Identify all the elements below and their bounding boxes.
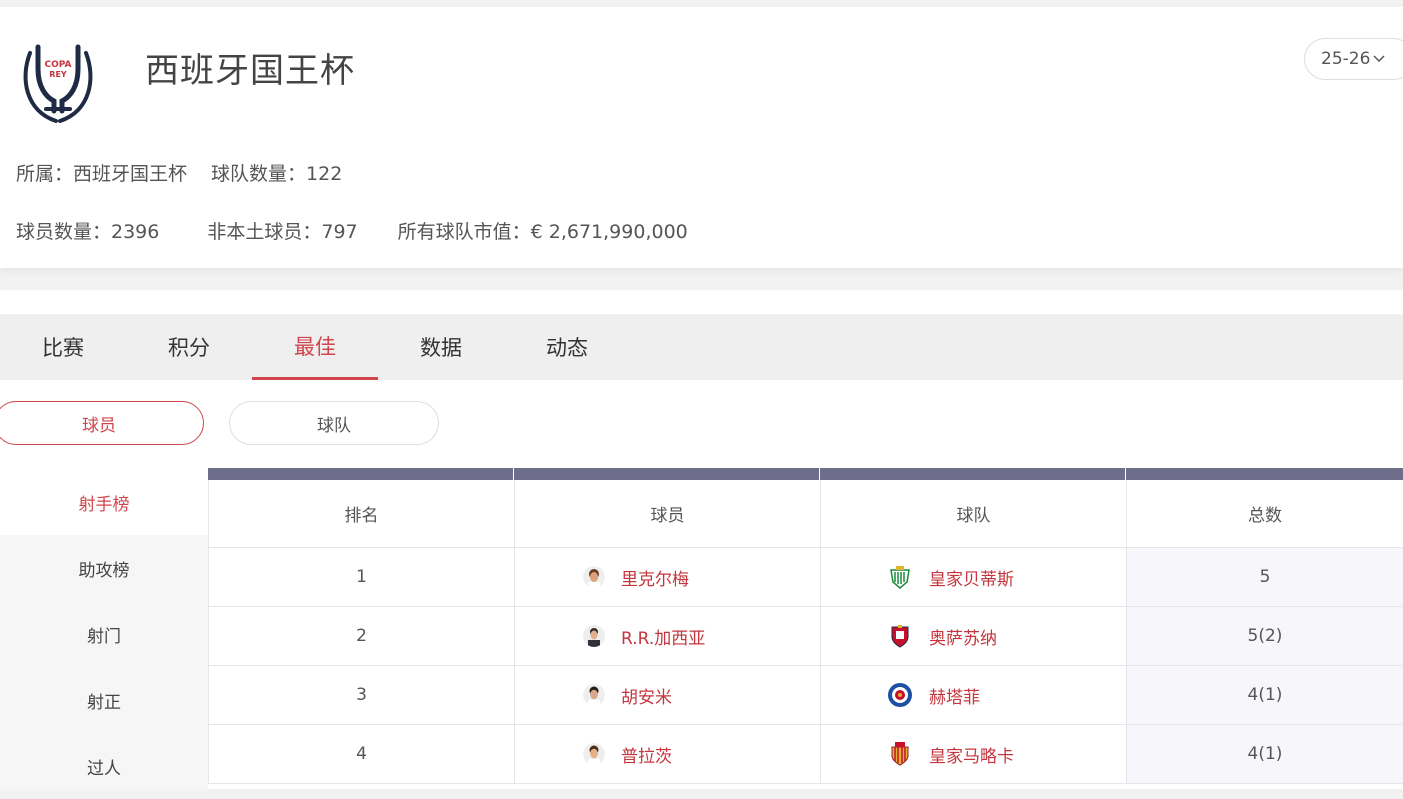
osasuna-crest-icon	[891, 625, 909, 648]
stats-side-menu: 射手榜 助攻榜 射门 射正 过人	[0, 469, 208, 789]
total-cell: 4(1)	[1126, 666, 1403, 724]
table-header-bar	[208, 468, 1403, 480]
real-betis-crest-icon	[890, 566, 910, 589]
player-link[interactable]: 胡安米	[621, 683, 672, 708]
side-item-shots[interactable]: 射门	[0, 601, 208, 667]
total-cell: 5	[1126, 548, 1403, 606]
tab-stats[interactable]: 数据	[378, 314, 504, 380]
info-line-2: 球员数量：2396 非本土球员：797 所有球队市值：€ 2,671,990,0…	[16, 217, 688, 244]
team-toggle-button[interactable]: 球队	[229, 401, 439, 445]
team-link[interactable]: 赫塔菲	[929, 683, 980, 708]
table-row: 2 R.R.加西亚 奥萨苏纳 5(2)	[208, 607, 1403, 666]
total-cell: 5(2)	[1126, 607, 1403, 665]
competition-title: 西班牙国王杯	[145, 51, 355, 91]
belongs-info: 所属：西班牙国王杯	[16, 163, 188, 185]
team-cell: 皇家贝蒂斯	[820, 548, 1126, 606]
tabs-bar: 比赛 积分 最佳 数据 动态	[0, 314, 1403, 380]
player-avatar	[583, 625, 605, 647]
player-avatar	[583, 566, 605, 588]
tab-news[interactable]: 动态	[504, 314, 630, 380]
svg-text:COPA: COPA	[45, 60, 72, 70]
svg-text:REY: REY	[49, 70, 67, 79]
team-link[interactable]: 皇家贝蒂斯	[929, 565, 1014, 590]
header-total: 总数	[1126, 480, 1403, 547]
team-link[interactable]: 皇家马略卡	[929, 742, 1014, 767]
player-cell: R.R.加西亚	[514, 607, 820, 665]
team-cell: 奥萨苏纳	[820, 607, 1126, 665]
header-team: 球队	[820, 480, 1126, 547]
side-item-dribbles[interactable]: 过人	[0, 733, 208, 799]
tab-best[interactable]: 最佳	[252, 314, 378, 380]
rank-cell: 2	[208, 607, 514, 665]
player-cell: 普拉茨	[514, 725, 820, 783]
player-cell: 胡安米	[514, 666, 820, 724]
total-cell: 4(1)	[1126, 725, 1403, 783]
player-link[interactable]: R.R.加西亚	[621, 624, 705, 649]
copa-del-rey-logo: COPA REY	[16, 39, 100, 129]
tab-matches[interactable]: 比赛	[0, 314, 126, 380]
side-item-shots-on-target[interactable]: 射正	[0, 667, 208, 733]
getafe-crest-icon	[888, 683, 912, 707]
team-cell: 皇家马略卡	[820, 725, 1126, 783]
chevron-down-icon	[1373, 51, 1385, 67]
season-value: 25-26	[1321, 49, 1371, 69]
table-row: 3 胡安米 赫塔菲 4(1)	[208, 666, 1403, 725]
player-count-info: 球员数量：2396	[16, 221, 160, 243]
rank-cell: 4	[208, 725, 514, 783]
player-link[interactable]: 普拉茨	[621, 742, 672, 767]
tab-standings[interactable]: 积分	[126, 314, 252, 380]
mallorca-crest-icon	[891, 742, 909, 766]
season-dropdown[interactable]: 25-26	[1304, 38, 1403, 80]
table-header-row: 排名 球员 球队 总数	[208, 480, 1403, 548]
player-avatar	[583, 743, 605, 765]
team-link[interactable]: 奥萨苏纳	[929, 624, 997, 649]
info-line-1: 所属：西班牙国王杯 球队数量：122	[16, 159, 342, 186]
table-row: 1 里克尔梅 皇家贝蒂斯 5	[208, 548, 1403, 607]
rank-cell: 1	[208, 548, 514, 606]
player-toggle-button[interactable]: 球员	[0, 401, 204, 445]
player-link[interactable]: 里克尔梅	[621, 565, 689, 590]
team-cell: 赫塔菲	[820, 666, 1126, 724]
best-content: 球员 球队 射手榜 助攻榜 射门 射正 过人 排名 球员 球队 总数 1 里克尔…	[0, 380, 1403, 789]
table-row: 4 普拉茨 皇家马略卡 4(1)	[208, 725, 1403, 784]
player-cell: 里克尔梅	[514, 548, 820, 606]
side-item-assists[interactable]: 助攻榜	[0, 535, 208, 601]
scorers-table: 排名 球员 球队 总数 1 里克尔梅 皇家贝蒂斯 5 2 R.R.加西亚 奥萨苏…	[208, 468, 1403, 784]
foreign-players-info: 非本土球员：797	[207, 221, 358, 243]
team-count-info: 球队数量：122	[211, 163, 343, 185]
spacer	[0, 290, 1403, 314]
competition-header: COPA REY 西班牙国王杯 25-26 所属：西班牙国王杯 球队数量：122…	[0, 7, 1403, 268]
header-rank: 排名	[208, 480, 514, 547]
rank-cell: 3	[208, 666, 514, 724]
market-value-info: 所有球队市值：€ 2,671,990,000	[397, 221, 688, 243]
header-player: 球员	[514, 480, 820, 547]
side-item-top-scorers[interactable]: 射手榜	[0, 469, 208, 535]
player-avatar	[583, 684, 605, 706]
